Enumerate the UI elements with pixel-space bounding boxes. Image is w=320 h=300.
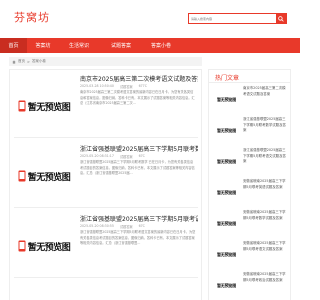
article-list: 暂无预览图 南京市2025届高三第二次模考语文试题及答案 2025-03-28 … — [9, 69, 202, 300]
sidebar-thumbnail[interactable]: 暂无预览图 — [213, 215, 240, 233]
nav-item-answers[interactable]: 答案坊 — [27, 38, 59, 53]
thumbnail-label: 暂无预览图 — [217, 97, 236, 102]
article-summary: 浙江省强基联盟2025届高三下学期5月联考语文答案的最新内容已在日月卡，为您有关… — [80, 230, 196, 245]
sidebar-thumbnail[interactable]: 暂无预览图 — [213, 184, 240, 202]
home-icon — [12, 59, 16, 64]
article-views: 67C — [138, 224, 145, 228]
sidebar-header: 热门文章 — [209, 70, 290, 83]
article-title[interactable]: 浙江省强基联盟2025届高三下学期5月联考数学... — [80, 144, 198, 153]
article-item[interactable]: 暂无预览图 浙江省强基联盟2025届高三下学期5月联考语文... 2025-05… — [14, 210, 198, 278]
sidebar-title: 热门文章 — [215, 75, 240, 82]
sidebar-item-title[interactable]: 安徽省皖南2025届高三下学期5月联考政治试题及答案 — [243, 272, 287, 283]
article-views: 677C — [138, 84, 147, 88]
sidebar-item[interactable]: 暂无预览图 安徽省皖南2025届高三下学期5月联考语文试题及答案 — [213, 240, 288, 270]
site-header: 芬窝坊 — [0, 0, 300, 36]
sidebar: 热门文章 暂无预览图 南京市2025届高三第二次模考语文试题及答案 暂无预览图 … — [208, 69, 291, 300]
search-button[interactable] — [276, 14, 286, 23]
nav-item-home[interactable]: 首页 — [0, 38, 27, 53]
phone-image-icon — [18, 240, 26, 252]
sidebar-item[interactable]: 暂无预览图 浙江省强基联盟2025届高三下学期5月联考语文试题及答案 — [213, 147, 288, 177]
sidebar-item[interactable]: 暂无预览图 安徽省皖南2025届高三下学期5月联考数学试题及答案 — [213, 209, 288, 239]
thumbnail-label: 暂无预览图 — [27, 172, 71, 183]
article-title[interactable]: 浙江省强基联盟2025届高三下学期5月联考语文... — [80, 214, 198, 223]
article-category[interactable]: 试题答案 — [120, 224, 133, 229]
article-meta: 2025-05-20 08:30:55 试题答案 67C — [80, 224, 145, 229]
breadcrumb: 首页 > 答案小卷 — [9, 57, 202, 66]
article-thumbnail[interactable]: 暂无预览图 — [14, 90, 74, 122]
thumbnail-label: 暂无预览图 — [217, 159, 236, 164]
article-item[interactable]: 暂无预览图 浙江省强基联盟2025届高三下学期5月联考数学... 2025-05… — [14, 140, 198, 208]
thumbnail-label: 暂无预览图 — [27, 242, 71, 253]
sidebar-item-title[interactable]: 安徽省皖南2025届高三下学期5月联考数学试题及答案 — [243, 210, 287, 221]
search-input[interactable] — [189, 14, 276, 23]
sidebar-item-title[interactable]: 南京市2025届高三第二次模考语文试题及答案 — [243, 86, 287, 97]
phone-image-icon — [18, 100, 26, 112]
thumbnail-label: 暂无预览图 — [217, 283, 236, 288]
article-views: 67C — [138, 154, 145, 158]
sidebar-item-title[interactable]: 安徽省皖南2025届高三下学期5月联考英语试题及答案 — [243, 179, 287, 190]
article-thumbnail[interactable]: 暂无预览图 — [14, 160, 74, 192]
sidebar-item[interactable]: 暂无预览图 安徽省皖南2025届高三下学期5月联考政治试题及答案 — [213, 271, 288, 300]
article-category[interactable]: 试题答案 — [120, 84, 133, 89]
search-icon — [278, 15, 284, 22]
thumbnail-label: 暂无预览图 — [217, 252, 236, 257]
article-category[interactable]: 试题答案 — [120, 154, 133, 159]
breadcrumb-current[interactable]: 答案小卷 — [32, 59, 46, 64]
breadcrumb-home[interactable]: 首页 — [18, 59, 25, 64]
sidebar-thumbnail[interactable]: 暂无预览图 — [213, 246, 240, 264]
sidebar-thumbnail[interactable]: 暂无预览图 — [213, 153, 240, 171]
sidebar-thumbnail[interactable]: 暂无预览图 — [213, 277, 240, 295]
sidebar-item-title[interactable]: 浙江省强基联盟2025届高三下学期5月联考语文试题及答案 — [243, 148, 287, 165]
article-item[interactable]: 暂无预览图 南京市2025届高三第二次模考语文试题及答案 2025-03-28 … — [14, 70, 198, 138]
article-meta: 2025-03-28 10:50:40 试题答案 677C — [80, 84, 147, 89]
search-box — [188, 13, 287, 24]
sidebar-item-title[interactable]: 浙江省强基联盟2025届高三下学期5月联考数学试题及答案 — [243, 117, 287, 134]
article-meta: 2025-05-20 08:31:17 试题答案 67C — [80, 154, 145, 159]
article-summary: 浙江省强基联盟2025届高三下学期5月联考数学 已在日月卡，为您有关各类信息考试… — [80, 160, 195, 175]
sidebar-item[interactable]: 暂无预览图 浙江省强基联盟2025届高三下学期5月联考数学试题及答案 — [213, 116, 288, 146]
main-nav: 首页 答案坊 生活常识 试题答案 答案小卷 — [0, 38, 300, 53]
article-thumbnail[interactable]: 暂无预览图 — [14, 230, 74, 262]
nav-item-exam-answers[interactable]: 试题答案 — [99, 38, 143, 53]
sidebar-item-title[interactable]: 安徽省皖南2025届高三下学期5月联考语文试题及答案 — [243, 241, 287, 252]
sidebar-item[interactable]: 暂无预览图 安徽省皖南2025届高三下学期5月联考英语试题及答案 — [213, 178, 288, 208]
thumbnail-label: 暂无预览图 — [217, 190, 236, 195]
sidebar-thumbnail[interactable]: 暂无预览图 — [213, 122, 240, 140]
article-date: 2025-05-20 08:30:55 — [80, 224, 114, 228]
thumbnail-label: 暂无预览图 — [27, 102, 71, 113]
article-summary: 南京市2025届高三第二次模考语文答案的最新内容已在日月卡，为您有关各类信息和答… — [80, 90, 195, 105]
nav-item-life-tips[interactable]: 生活常识 — [59, 38, 99, 53]
article-date: 2025-05-20 08:31:17 — [80, 154, 114, 158]
breadcrumb-separator: > — [27, 59, 30, 64]
sidebar-item[interactable]: 暂无预览图 南京市2025届高三第二次模考语文试题及答案 — [213, 85, 288, 115]
thumbnail-label: 暂无预览图 — [217, 221, 236, 226]
thumbnail-label: 暂无预览图 — [217, 128, 236, 133]
article-title[interactable]: 南京市2025届高三第二次模考语文试题及答案 — [80, 74, 198, 83]
site-logo[interactable]: 芬窝坊 — [14, 9, 50, 25]
nav-item-answer-quiz[interactable]: 答案小卷 — [143, 38, 179, 53]
sidebar-thumbnail[interactable]: 暂无预览图 — [213, 91, 240, 109]
phone-image-icon — [18, 170, 26, 182]
article-date: 2025-03-28 10:50:40 — [80, 84, 114, 88]
